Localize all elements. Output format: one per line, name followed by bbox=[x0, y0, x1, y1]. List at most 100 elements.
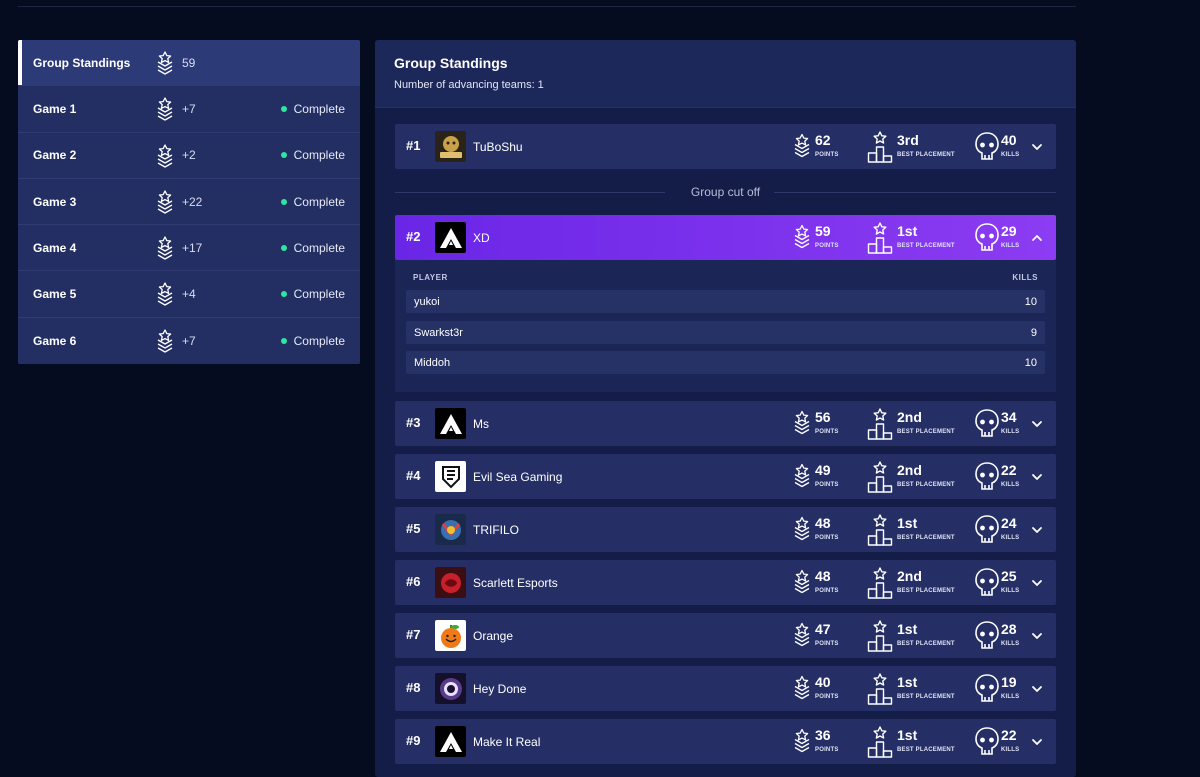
group-cutoff-divider: Group cut off bbox=[395, 184, 1056, 200]
chevron-up-icon[interactable] bbox=[1031, 231, 1043, 243]
team-kills-stat: 24 KILLS bbox=[974, 514, 1024, 546]
team-rank: #7 bbox=[406, 627, 421, 642]
rank-points-icon bbox=[793, 567, 811, 601]
team-points-value: 49 bbox=[815, 462, 831, 478]
team-kills-value: 25 bbox=[1001, 568, 1017, 584]
podium-icon bbox=[867, 726, 893, 763]
team-best-placement-stat: 1st BEST PLACEMENT bbox=[867, 726, 957, 758]
best-placement-label: BEST PLACEMENT bbox=[897, 535, 955, 541]
sidebar-item-game-3[interactable]: Game 3 +22 Complete bbox=[18, 178, 360, 226]
sidebar-item-points: +7 bbox=[182, 333, 196, 348]
player-name: Swarkst3r bbox=[414, 327, 463, 339]
chevron-down-icon[interactable] bbox=[1031, 470, 1043, 482]
team-row[interactable]: #7 Orange 47 POINTS 1st BEST PLACEMENT 2… bbox=[395, 613, 1056, 658]
sidebar-item-group-standings[interactable]: Group Standings 59 bbox=[18, 40, 360, 87]
status-text: Complete bbox=[293, 194, 345, 209]
team-kills-value: 22 bbox=[1001, 727, 1017, 743]
status-dot-icon bbox=[280, 198, 287, 205]
team-name: Orange bbox=[473, 629, 514, 643]
top-divider bbox=[18, 6, 1076, 7]
rank-points-icon bbox=[793, 620, 811, 654]
tuboshu-logo bbox=[435, 131, 466, 162]
player-kills: 10 bbox=[1024, 357, 1037, 369]
team-name: Ms bbox=[473, 417, 489, 431]
status-dot-icon bbox=[280, 152, 287, 159]
team-row[interactable]: #1 TuBoShu 62 POINTS 3rd BEST PLACEMENT bbox=[395, 124, 1056, 169]
kills-label: KILLS bbox=[1001, 747, 1020, 753]
sidebar: Group Standings 59 Game 1 +7 Complete Game… bbox=[18, 40, 360, 365]
team-best-placement-value: 1st bbox=[897, 674, 918, 690]
team-best-placement-stat: 3rd BEST PLACEMENT bbox=[867, 131, 957, 163]
team-rank: #2 bbox=[406, 229, 421, 244]
team-rank: #4 bbox=[406, 468, 421, 483]
team-points-stat: 59 POINTS bbox=[793, 222, 853, 254]
team-kills-value: 24 bbox=[1001, 515, 1017, 531]
rank-points-icon bbox=[156, 51, 174, 75]
team-points-stat: 40 POINTS bbox=[793, 673, 853, 705]
team-row[interactable]: #2 XD 59 POINTS 1st BEST PLACEMENT 29 KI… bbox=[395, 215, 1056, 260]
team-row[interactable]: #4 Evil Sea Gaming 49 POINTS 2nd BEST PL… bbox=[395, 454, 1056, 499]
team-name: Hey Done bbox=[473, 682, 527, 696]
team-kills-stat: 22 KILLS bbox=[974, 726, 1024, 758]
chevron-down-icon[interactable] bbox=[1031, 523, 1043, 535]
skull-icon bbox=[974, 514, 1000, 551]
chevron-down-icon[interactable] bbox=[1031, 735, 1043, 747]
team-row[interactable]: #6 Scarlett Esports 48 POINTS 2nd BEST P… bbox=[395, 560, 1056, 605]
standings-header: Group Standings Number of advancing team… bbox=[375, 40, 1076, 108]
team-kills-value: 19 bbox=[1001, 674, 1017, 690]
team-row[interactable]: #8 Hey Done 40 POINTS 1st BEST PLACEMENT bbox=[395, 666, 1056, 711]
player-row: Swarkst3r 9 bbox=[406, 321, 1045, 344]
chevron-down-icon[interactable] bbox=[1031, 417, 1043, 429]
team-row[interactable]: #9 Make It Real 36 POINTS 1st BEST PLACE… bbox=[395, 719, 1056, 764]
chevron-down-icon[interactable] bbox=[1031, 576, 1043, 588]
rank-points-icon bbox=[793, 408, 811, 442]
team-row[interactable]: #5 TRIFILO 48 POINTS 1st BEST PLACEMENT bbox=[395, 507, 1056, 552]
team-points-value: 40 bbox=[815, 674, 831, 690]
skull-icon bbox=[974, 726, 1000, 763]
team-kills-stat: 28 KILLS bbox=[974, 620, 1024, 652]
team-kills-stat: 29 KILLS bbox=[974, 222, 1024, 254]
sidebar-item-label: Game 4 bbox=[33, 240, 77, 255]
rank-points-icon bbox=[156, 97, 174, 121]
sidebar-item-game-4[interactable]: Game 4 +17 Complete bbox=[18, 225, 360, 272]
sidebar-item-label: Group Standings bbox=[33, 55, 131, 70]
status-text: Complete bbox=[293, 240, 345, 255]
player-name: Middoh bbox=[414, 357, 451, 369]
status-badge: Complete bbox=[280, 148, 345, 162]
team-kills-value: 28 bbox=[1001, 621, 1017, 637]
sidebar-item-game-6[interactable]: Game 6 +7 Complete bbox=[18, 317, 360, 365]
points-label: POINTS bbox=[815, 429, 839, 435]
kills-label: KILLS bbox=[1001, 535, 1020, 541]
team-best-placement-value: 1st bbox=[897, 223, 918, 239]
kills-label: KILLS bbox=[1001, 429, 1020, 435]
team-name: TRIFILO bbox=[473, 523, 520, 537]
team-best-placement-stat: 1st BEST PLACEMENT bbox=[867, 620, 957, 652]
best-placement-label: BEST PLACEMENT bbox=[897, 152, 955, 158]
chevron-down-icon[interactable] bbox=[1031, 140, 1043, 152]
team-row[interactable]: #3 Ms 56 POINTS 2nd BEST PLACEMENT 34 KI… bbox=[395, 401, 1056, 446]
sidebar-item-points: +7 bbox=[182, 101, 196, 116]
status-badge: Complete bbox=[280, 240, 345, 255]
kills-label: KILLS bbox=[1001, 243, 1020, 249]
sidebar-item-game-2[interactable]: Game 2 +2 Complete bbox=[18, 132, 360, 179]
chevron-down-icon[interactable] bbox=[1031, 629, 1043, 641]
best-placement-label: BEST PLACEMENT bbox=[897, 243, 955, 249]
team-points-stat: 36 POINTS bbox=[793, 726, 853, 758]
player-kills: 9 bbox=[1030, 327, 1037, 339]
team-best-placement-value: 1st bbox=[897, 515, 918, 531]
status-text: Complete bbox=[293, 333, 345, 348]
standings-panel: Group Standings Number of advancing team… bbox=[375, 40, 1076, 777]
skull-icon bbox=[974, 131, 1000, 168]
podium-icon bbox=[867, 620, 893, 657]
team-name: Make It Real bbox=[473, 735, 541, 749]
team-best-placement-value: 2nd bbox=[897, 409, 922, 425]
rank-points-icon bbox=[156, 143, 174, 168]
team-best-placement-stat: 1st BEST PLACEMENT bbox=[867, 222, 957, 254]
sidebar-item-game-1[interactable]: Game 1 +7 Complete bbox=[18, 86, 360, 133]
rank-points-icon bbox=[156, 329, 174, 353]
team-best-placement-value: 1st bbox=[897, 727, 918, 743]
rank-points-icon bbox=[793, 673, 811, 707]
chevron-down-icon[interactable] bbox=[1031, 682, 1043, 694]
sidebar-item-game-5[interactable]: Game 5 +4 Complete bbox=[18, 271, 360, 318]
status-text: Complete bbox=[293, 287, 345, 302]
